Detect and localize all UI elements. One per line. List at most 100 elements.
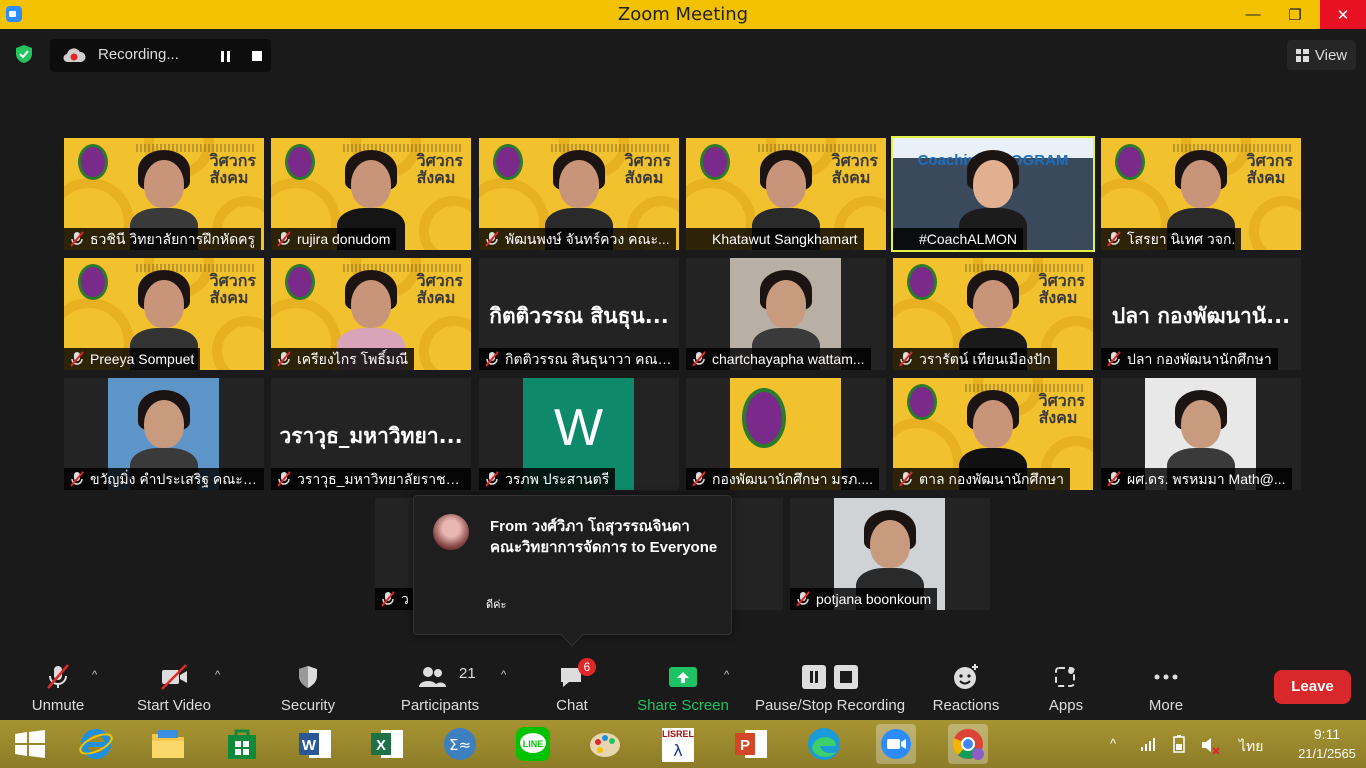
pause-stop-recording-button[interactable]: Pause/Stop Recording	[752, 659, 908, 720]
gallery-grid-icon	[1295, 48, 1309, 62]
show-hidden-icons-caret-icon[interactable]: ^	[1110, 736, 1116, 751]
participant-tile[interactable]: วิศวกร สังคม โสรยา นิเทศ วจก.	[1101, 138, 1301, 250]
more-button[interactable]: More	[1140, 659, 1192, 720]
maximize-button[interactable]: ❐	[1274, 0, 1316, 29]
share-screen-button[interactable]: Share Screen	[636, 659, 730, 720]
participants-icon	[418, 667, 446, 687]
leave-button[interactable]: Leave	[1274, 670, 1351, 704]
word-icon[interactable]: W	[295, 724, 335, 764]
chat-notification[interactable]: From วงศ์วิภา โถสุวรรณจินดา คณะวิทยาการจ…	[413, 495, 732, 647]
participant-name: ตาล กองพัฒนานักศึกษา	[893, 468, 1070, 490]
participant-tile[interactable]: วราวุธ_มหาวิทยา... วราวุธ_มหาวิทยาลัยราชภ…	[271, 378, 471, 490]
participant-display-name: กิตติวรรณ สินธุน...	[489, 304, 669, 328]
store-icon[interactable]	[222, 724, 262, 764]
participant-tile[interactable]: วิศวกร สังคม พัฒนพงษ์ จันทร์ควง คณะ...	[479, 138, 679, 250]
pause-stop-icon	[802, 665, 858, 689]
participant-name: Preeya Sompuet	[64, 348, 201, 370]
reactions-button[interactable]: Reactions	[928, 659, 1004, 720]
chat-unread-badge: 6	[578, 658, 596, 676]
participant-tile[interactable]: กองพัฒนานักศึกษา มรภ....	[686, 378, 886, 490]
windows-start-icon[interactable]	[10, 724, 50, 764]
start-video-button[interactable]: Start Video	[130, 659, 218, 720]
close-window-button[interactable]: ✕	[1320, 0, 1366, 29]
security-button[interactable]: Security	[276, 659, 340, 720]
participant-name: ว	[375, 588, 415, 610]
participant-tile[interactable]: Coaching PROGRAM #CoachALMON	[891, 136, 1095, 252]
file-explorer-icon[interactable]	[148, 724, 188, 764]
stop-recording-button[interactable]	[248, 47, 266, 65]
view-button[interactable]: View	[1287, 40, 1356, 70]
speaker-muted-icon[interactable]	[1200, 736, 1220, 754]
sender-avatar	[433, 514, 469, 550]
cloud-recording-icon	[63, 48, 86, 63]
participant-tile[interactable]: วิศวกร สังคม Khatawut Sangkhamart	[686, 138, 886, 250]
audio-options-caret-icon[interactable]: ^	[92, 669, 97, 681]
encryption-shield-icon[interactable]	[14, 44, 34, 64]
participant-name: ผศ.ดร. พรหมมา Math@...	[1101, 468, 1292, 490]
share-screen-label: Share Screen	[637, 697, 729, 714]
math-input-icon[interactable]: Σ≈	[440, 724, 480, 764]
participants-caret-icon[interactable]: ^	[501, 669, 506, 681]
clock-date[interactable]: 21/1/2565	[1296, 746, 1358, 761]
participant-display-name: วราวุธ_มหาวิทยา...	[279, 424, 463, 448]
participant-tile[interactable]: วิศวกร สังคม rujira donudom	[271, 138, 471, 250]
apps-icon	[1055, 667, 1075, 687]
participant-tile[interactable]: วิศวกร สังคม เครียงไกร โพธิ์มณี	[271, 258, 471, 370]
meeting-toolbar: Unmute ^ Start Video ^ Security 21 Parti…	[0, 659, 1366, 720]
chat-label: Chat	[556, 697, 588, 714]
pause-recording-button[interactable]	[216, 47, 234, 65]
participant-name: chartchayapha wattam...	[686, 348, 871, 370]
zoom-taskbar-icon[interactable]	[876, 724, 916, 764]
participant-name: วรารัตน์ เทียนเมืองปัก	[893, 348, 1057, 370]
edge-icon[interactable]	[804, 724, 844, 764]
reactions-smiley-icon	[954, 664, 978, 689]
apps-label: Apps	[1048, 697, 1084, 714]
share-options-caret-icon[interactable]: ^	[724, 669, 729, 681]
chrome-icon[interactable]	[948, 724, 988, 764]
participant-display-name: ปลา กองพัฒนานั...	[1111, 304, 1291, 328]
participant-tile[interactable]: วิศวกร สังคม ตาล กองพัฒนานักศึกษา	[893, 378, 1093, 490]
recording-indicator: Recording...	[50, 39, 271, 72]
participant-name: ปลา กองพัฒนานักศึกษา	[1101, 348, 1278, 370]
video-options-caret-icon[interactable]: ^	[215, 669, 220, 681]
share-screen-icon	[669, 667, 697, 687]
participant-tile[interactable]: วิศวกร สังคม Preeya Sompuet	[64, 258, 264, 370]
apps-button[interactable]: Apps	[1040, 659, 1092, 720]
lisrel-icon[interactable]: LISREL λ	[658, 724, 698, 764]
participant-tile[interactable]: W วรภพ ประสานตรี	[479, 378, 679, 490]
powerpoint-icon[interactable]: P	[731, 724, 771, 764]
paint-icon[interactable]	[586, 724, 626, 764]
internet-explorer-icon[interactable]	[76, 724, 116, 764]
participant-tile[interactable]: ผศ.ดร. พรหมมา Math@...	[1101, 378, 1301, 490]
participants-button[interactable]: 21 Participants	[398, 659, 482, 720]
svg-text:X: X	[376, 737, 386, 754]
unmute-label: Unmute	[31, 697, 85, 714]
svg-text:λ: λ	[673, 741, 682, 760]
participant-name: พัฒนพงษ์ จันทร์ควง คณะ...	[479, 228, 676, 250]
participants-count: 21	[459, 665, 476, 682]
participant-tile[interactable]: ปลา กองพัฒนานั... ปลา กองพัฒนานักศึกษา	[1101, 258, 1301, 370]
participant-tile[interactable]: วิศวกร สังคม ธวชินี วิทยาลัยการฝึกหัดครู	[64, 138, 264, 250]
svg-text:W: W	[302, 737, 317, 754]
clock-time[interactable]: 9:11	[1296, 726, 1358, 742]
battery-icon[interactable]	[1170, 734, 1188, 754]
more-dots-icon	[1154, 674, 1178, 680]
participant-name: ขวัญมิ่ง คำประเสริฐ คณะวิ...	[64, 468, 264, 490]
participants-label: Participants	[400, 697, 480, 714]
participant-name: วราวุธ_มหาวิทยาลัยราชภั...	[271, 468, 471, 490]
participant-tile[interactable]: วิศวกร สังคม วรารัตน์ เทียนเมืองปัก	[893, 258, 1093, 370]
minimize-button[interactable]: —	[1232, 0, 1274, 29]
line-app-icon[interactable]: LINE	[513, 724, 553, 764]
excel-icon[interactable]: X	[367, 724, 407, 764]
signal-bars-icon[interactable]	[1140, 736, 1156, 752]
input-language[interactable]: ไทย	[1239, 736, 1263, 758]
participant-tile[interactable]: กิตติวรรณ สินธุน... กิตติวรรณ สินธุนาวา ค…	[479, 258, 679, 370]
participant-tile[interactable]: chartchayapha wattam...	[686, 258, 886, 370]
participant-name: วรภพ ประสานตรี	[479, 468, 616, 490]
participant-tile[interactable]: potjana boonkoum	[790, 498, 990, 610]
participant-tile[interactable]: ขวัญมิ่ง คำประเสริฐ คณะวิ...	[64, 378, 264, 490]
svg-text:LINE: LINE	[523, 739, 544, 749]
windows-taskbar: W X Σ≈ LINE LISREL λ P ^ ไทย 9:11 21/1/25…	[0, 720, 1366, 768]
unmute-button[interactable]: Unmute	[22, 659, 94, 720]
start-video-label: Start Video	[137, 697, 211, 714]
